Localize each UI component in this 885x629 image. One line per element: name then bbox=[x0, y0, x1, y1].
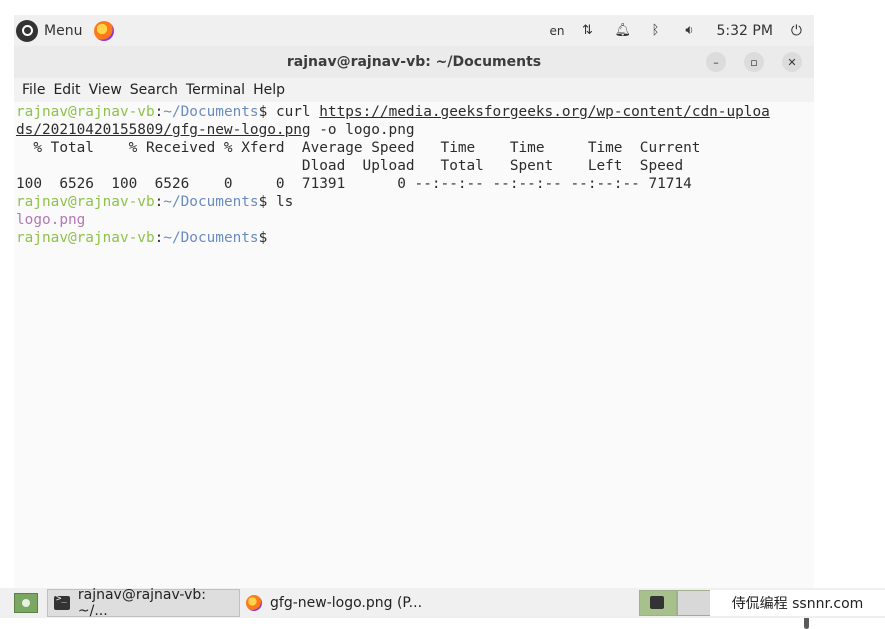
command-text: ls bbox=[267, 194, 294, 210]
keyboard-layout[interactable]: en bbox=[550, 24, 565, 38]
menu-label: Menu bbox=[44, 22, 83, 39]
menu-view[interactable]: View bbox=[89, 82, 122, 98]
clock[interactable]: 5:32 PM bbox=[717, 23, 773, 39]
firefox-launcher-icon[interactable] bbox=[94, 20, 115, 41]
prompt-sep: : bbox=[154, 194, 164, 210]
maximize-button[interactable]: ▫ bbox=[744, 52, 764, 72]
power-icon[interactable]: ⏻ bbox=[791, 23, 802, 39]
terminal-line: 100 6526 100 6526 0 0 71391 0 --:--:-- -… bbox=[16, 176, 692, 192]
notification-icon[interactable]: 🔔︎ bbox=[615, 23, 632, 38]
terminal-icon bbox=[54, 594, 70, 610]
url-link[interactable]: ds/20210420155809/gfg-new-logo.png bbox=[16, 122, 311, 138]
workspace-1[interactable] bbox=[639, 590, 677, 616]
menu-bar: File Edit View Search Terminal Help bbox=[14, 78, 814, 102]
prompt-end: $ bbox=[258, 230, 268, 246]
prompt-path: ~/Documents bbox=[163, 194, 259, 210]
menu-terminal[interactable]: Terminal bbox=[186, 82, 245, 98]
close-button[interactable]: ✕ bbox=[782, 52, 802, 72]
prompt-sep: : bbox=[154, 104, 164, 120]
taskbar-item-terminal[interactable]: rajnav@rajnav-vb: ~/... bbox=[47, 587, 240, 619]
terminal-line: Dload Upload Total Spent Left Speed bbox=[16, 158, 684, 174]
terminal-line: rajnav@rajnav-vb:~/Documents$ curl https… bbox=[14, 103, 814, 121]
minimize-button[interactable]: – bbox=[706, 52, 726, 72]
menu-help[interactable]: Help bbox=[253, 82, 285, 98]
system-tray: en ⇅ 🔔︎ ᛒ 🔉︎ 5:32 PM ⏻ bbox=[550, 15, 815, 46]
terminal-area[interactable]: rajnav@rajnav-vb:~/Documents$ curl https… bbox=[14, 103, 814, 629]
taskbar-item-label: gfg-new-logo.png (P... bbox=[270, 595, 423, 611]
terminal-window: rajnav@rajnav-vb: ~/Documents – ▫ ✕ File… bbox=[14, 46, 814, 629]
watermark: 侍侃编程 ssnnr.com bbox=[710, 590, 885, 616]
window-title: rajnav@rajnav-vb: ~/Documents bbox=[286, 54, 542, 70]
prompt-end: $ bbox=[258, 194, 268, 210]
terminal-icon bbox=[650, 596, 664, 609]
prompt-path: ~/Documents bbox=[163, 104, 259, 120]
menu-edit[interactable]: Edit bbox=[53, 82, 80, 98]
terminal-line: ds/20210420155809/gfg-new-logo.png -o lo… bbox=[14, 121, 814, 139]
bluetooth-icon[interactable]: ᛒ bbox=[649, 23, 663, 38]
volume-icon[interactable]: 🔉︎ bbox=[683, 23, 697, 38]
taskbar-item-label: rajnav@rajnav-vb: ~/... bbox=[77, 587, 206, 619]
ubuntu-logo-icon bbox=[16, 19, 38, 42]
menu-button[interactable]: Menu bbox=[16, 15, 82, 46]
command-text: curl bbox=[267, 104, 320, 120]
prompt-path: ~/Documents bbox=[163, 230, 259, 246]
network-icon[interactable]: ⇅ bbox=[581, 23, 595, 38]
terminal-line: logo.png bbox=[16, 212, 86, 228]
terminal-line: rajnav@rajnav-vb:~/Documents$ ls bbox=[14, 193, 814, 211]
taskbar-item-firefox[interactable]: gfg-new-logo.png (P... bbox=[242, 589, 442, 617]
show-desktop-button[interactable] bbox=[14, 593, 38, 613]
terminal-line: % Total % Received % Xferd Average Speed… bbox=[16, 140, 701, 156]
title-bar[interactable]: rajnav@rajnav-vb: ~/Documents – ▫ ✕ bbox=[14, 46, 814, 78]
firefox-icon bbox=[246, 595, 262, 611]
terminal-line: rajnav@rajnav-vb:~/Documents$ bbox=[14, 229, 814, 247]
prompt-user: rajnav@rajnav-vb bbox=[16, 194, 155, 210]
prompt-user: rajnav@rajnav-vb bbox=[16, 230, 155, 246]
prompt-sep: : bbox=[154, 230, 164, 246]
menu-file[interactable]: File bbox=[22, 82, 45, 98]
menu-search[interactable]: Search bbox=[130, 82, 178, 98]
prompt-end: $ bbox=[258, 104, 268, 120]
url-link[interactable]: https://media.geeksforgeeks.org/wp-conte… bbox=[319, 104, 770, 120]
prompt-user: rajnav@rajnav-vb bbox=[16, 104, 155, 120]
desktop: Menu en ⇅ 🔔︎ ᛒ 🔉︎ 5:32 PM ⏻ rajnav@rajna… bbox=[0, 0, 885, 629]
command-text: -o logo.png bbox=[310, 122, 415, 138]
top-panel: Menu en ⇅ 🔔︎ ᛒ 🔉︎ 5:32 PM ⏻ bbox=[14, 15, 814, 46]
